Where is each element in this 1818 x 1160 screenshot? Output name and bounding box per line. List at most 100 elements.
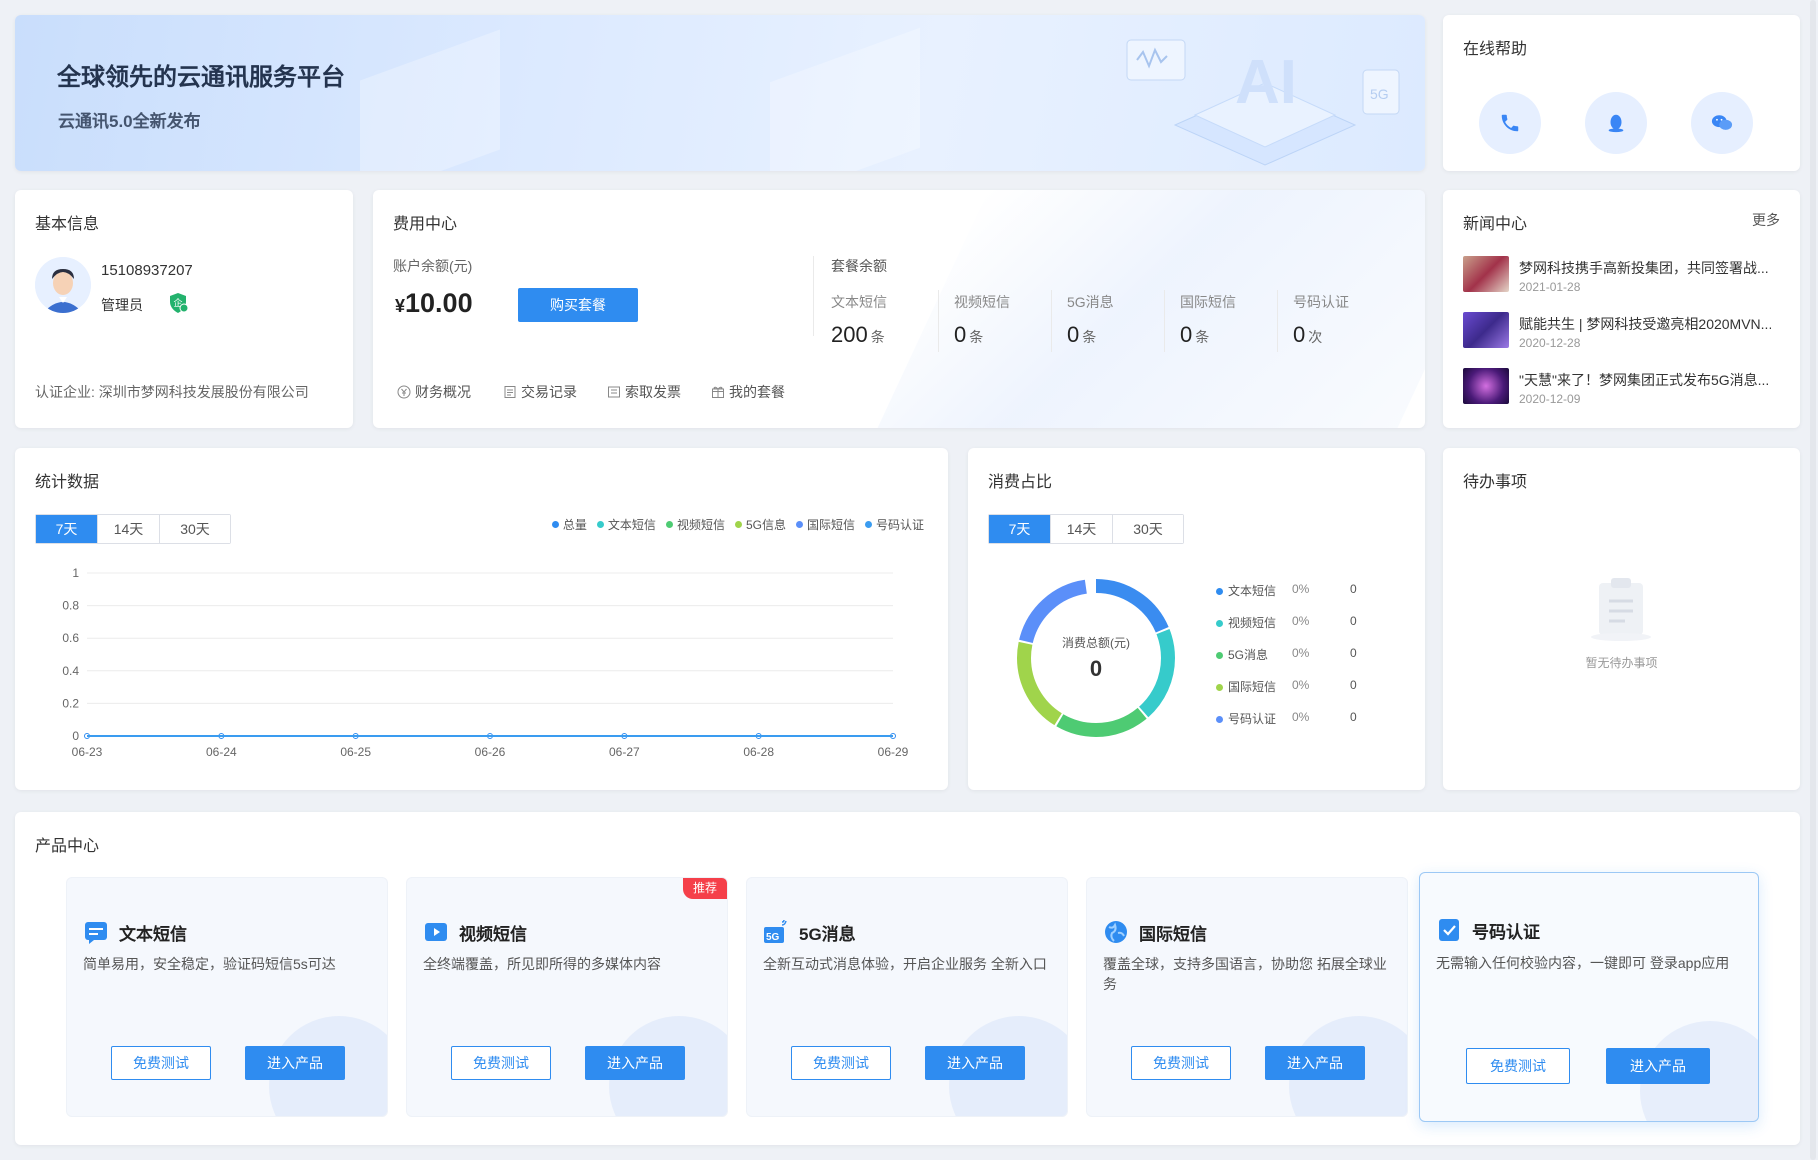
my-packages-link[interactable]: 我的套餐 xyxy=(711,382,785,402)
fee-center-card: 费用中心 账户余额(元) ¥10.00 购买套餐 套餐余额 文本短信 200 条 视… xyxy=(373,190,1425,428)
product-card-number-auth[interactable]: 号码认证 无需输入任何校验内容，一键即可 登录app应用 免费测试 进入产品 xyxy=(1419,872,1759,1122)
buy-package-button[interactable]: 购买套餐 xyxy=(518,288,638,322)
product-description: 简单易用，安全稳定，验证码短信5s可达 xyxy=(83,956,336,972)
tab-30-days[interactable]: 30天 xyxy=(1113,515,1183,543)
package-value: 0 xyxy=(954,322,967,347)
finance-overview-label: 财务概况 xyxy=(415,384,471,400)
product-center-title: 产品中心 xyxy=(35,838,100,855)
page-scrollbar[interactable] xyxy=(1810,0,1816,1160)
time-range-tabs: 7天 14天 30天 xyxy=(988,514,1184,544)
legend-percent: 0% xyxy=(1292,614,1310,628)
balance-value: 10.00 xyxy=(405,288,473,318)
package-value: 0 xyxy=(1180,322,1193,347)
y-tick-label: 0.4 xyxy=(62,664,79,678)
news-item-date: 2020-12-28 xyxy=(1519,336,1581,350)
phone-icon[interactable] xyxy=(1479,92,1541,154)
news-title: 新闻中心 xyxy=(1463,216,1528,233)
legend-label: 5G消息 xyxy=(1228,648,1269,662)
fee-center-title: 费用中心 xyxy=(393,216,458,233)
legend-percent: 0% xyxy=(1292,710,1310,724)
x-tick-label: 06-25 xyxy=(340,745,371,759)
globe-icon xyxy=(1105,921,1127,943)
news-item[interactable]: "天慧"来了！梦网集团正式发布5G消息... 2020-12-09 xyxy=(1463,368,1769,408)
balance-label: 账户余额(元) xyxy=(393,258,473,274)
empty-state-text: 暂无待办事项 xyxy=(1585,656,1658,670)
donut-legend-item: 视频短信 0% 0 xyxy=(1216,614,1386,632)
legend-value: 0 xyxy=(1350,582,1357,596)
tab-7-days[interactable]: 7天 xyxy=(989,515,1051,543)
todo-card: 待办事项 暂无待办事项 xyxy=(1443,448,1800,790)
product-title: 文本短信 xyxy=(119,925,187,944)
enter-product-button[interactable]: 进入产品 xyxy=(925,1046,1025,1080)
legend-dot xyxy=(1216,716,1223,723)
statistics-card: 统计数据 7天 14天 30天 总量 文本短信 视频短信 5G信息 国际短信 号码认证 1… xyxy=(15,448,948,790)
donut-legend-item: 国际短信 0% 0 xyxy=(1216,678,1386,696)
package-label: 号码认证 xyxy=(1293,294,1349,310)
news-item-title: "天慧"来了！梦网集团正式发布5G消息... xyxy=(1519,372,1770,388)
product-card-intl-sms[interactable]: 国际短信 覆盖全球，支持多国语言，协助您 拓展全球业务 免费测试 进入产品 xyxy=(1086,877,1408,1117)
consumption-title: 消费占比 xyxy=(988,474,1053,491)
finance-overview-link[interactable]: 财务概况 xyxy=(397,382,471,402)
package-item-video-sms: 视频短信 0 条 xyxy=(954,292,1066,348)
package-unit: 条 xyxy=(1082,329,1097,345)
product-card-text-sms[interactable]: 文本短信 简单易用，安全稳定，验证码短信5s可达 免费测试 进入产品 xyxy=(66,877,388,1117)
qq-icon[interactable] xyxy=(1585,92,1647,154)
x-tick-label: 06-27 xyxy=(609,745,640,759)
more-link[interactable]: 更多 xyxy=(1752,210,1780,230)
package-unit: 条 xyxy=(969,329,984,345)
banner[interactable]: 全球领先的云通讯服务平台 云通讯5.0全新发布 AI 5G xyxy=(15,15,1425,171)
enter-product-button[interactable]: 进入产品 xyxy=(585,1046,685,1080)
enter-product-button[interactable]: 进入产品 xyxy=(1265,1046,1365,1080)
donut-legend-item: 文本短信 0% 0 xyxy=(1216,582,1386,600)
free-trial-button[interactable]: 免费测试 xyxy=(1466,1048,1570,1084)
legend-value: 0 xyxy=(1350,646,1357,660)
legend-dot xyxy=(1216,684,1223,691)
banner-title: 全球领先的云通讯服务平台 xyxy=(57,64,345,91)
document-icon xyxy=(504,386,516,398)
news-item-title: 梦网科技携手高新投集团，共同签署战... xyxy=(1519,260,1769,276)
wechat-icon[interactable] xyxy=(1691,92,1753,154)
transaction-records-link[interactable]: 交易记录 xyxy=(503,382,577,402)
x-tick-label: 06-29 xyxy=(878,745,909,759)
video-icon xyxy=(425,923,447,941)
news-item[interactable]: 赋能共生 | 梦网科技受邀亮相2020MVN... 2020-12-28 xyxy=(1463,312,1771,352)
divider xyxy=(1051,290,1052,352)
news-item-date: 2020-12-09 xyxy=(1519,392,1581,406)
product-card-video-sms[interactable]: 推荐 视频短信 全终端覆盖，所见即所得的多媒体内容 免费测试 进入产品 xyxy=(406,877,728,1117)
news-thumbnail xyxy=(1463,312,1509,348)
legend-label: 文本短信 xyxy=(1228,584,1277,598)
divider xyxy=(1164,290,1165,352)
package-value: 0 xyxy=(1293,322,1306,347)
free-trial-button[interactable]: 免费测试 xyxy=(451,1046,551,1080)
phone-number: 15108937207 xyxy=(101,262,193,279)
tab-14-days[interactable]: 14天 xyxy=(1051,515,1113,543)
package-value: 200 xyxy=(831,322,868,347)
banner-subtitle: 云通讯5.0全新发布 xyxy=(58,112,201,131)
gift-icon xyxy=(712,386,724,398)
sms-icon xyxy=(85,922,107,944)
legend-value: 0 xyxy=(1350,678,1357,692)
free-trial-button[interactable]: 免费测试 xyxy=(111,1046,211,1080)
y-tick-label: 0.6 xyxy=(62,631,79,645)
yen-circle-icon xyxy=(397,385,411,399)
y-tick-label: 0.8 xyxy=(62,599,79,613)
package-label: 国际短信 xyxy=(1180,294,1236,310)
avatar xyxy=(35,257,91,313)
news-item[interactable]: 梦网科技携手高新投集团，共同签署战... 2021-01-28 xyxy=(1463,256,1769,296)
invoice-icon xyxy=(608,386,620,398)
x-tick-label: 06-28 xyxy=(743,745,774,759)
package-unit: 条 xyxy=(870,329,885,345)
news-item-title: 赋能共生 | 梦网科技受邀亮相2020MVN... xyxy=(1519,316,1771,332)
enter-product-button[interactable]: 进入产品 xyxy=(245,1046,345,1080)
enter-product-button[interactable]: 进入产品 xyxy=(1606,1048,1710,1084)
product-card-5g[interactable]: 5G 5G消息 全新互动式消息体验，开启企业服务 全新入口 免费测试 进入产品 xyxy=(746,877,1068,1117)
y-tick-label: 0.2 xyxy=(62,696,79,710)
free-trial-button[interactable]: 免费测试 xyxy=(791,1046,891,1080)
basic-info-card: 基本信息 15108937207 管理员 企 认证企业: 深圳市梦网科技发展股份… xyxy=(15,190,353,428)
package-item-number-auth: 号码认证 0 次 xyxy=(1293,292,1405,348)
legend-label: 号码认证 xyxy=(1228,712,1277,726)
balance-amount: ¥10.00 xyxy=(395,288,473,319)
request-invoice-link[interactable]: 索取发票 xyxy=(607,382,681,402)
free-trial-button[interactable]: 免费测试 xyxy=(1131,1046,1231,1080)
role-label: 管理员 xyxy=(101,297,143,313)
